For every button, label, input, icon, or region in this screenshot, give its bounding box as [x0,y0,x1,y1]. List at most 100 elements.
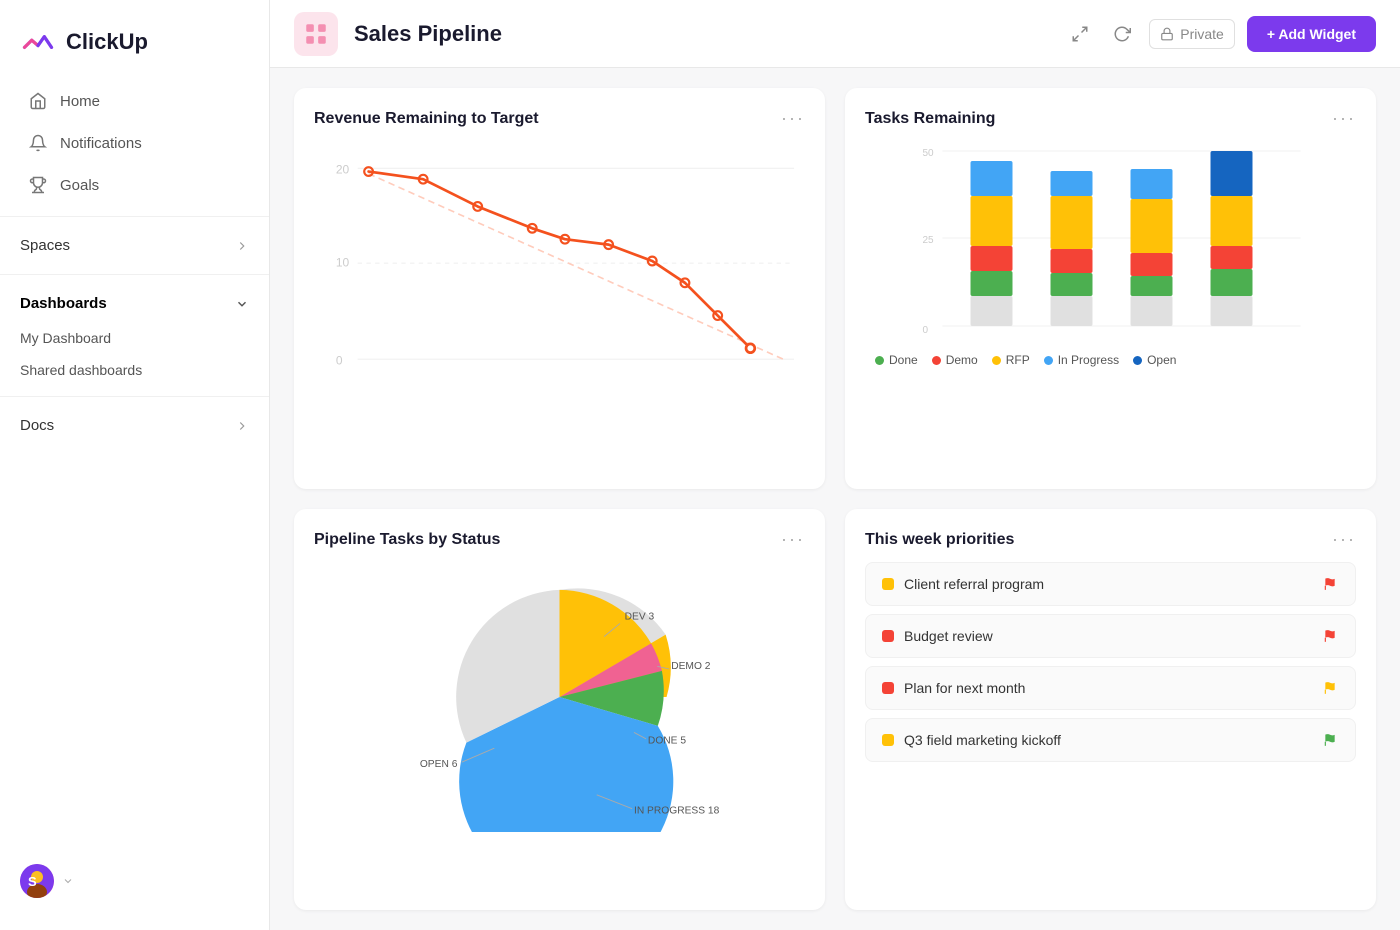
priority-item-3: Plan for next month [865,666,1356,710]
dashboards-label: Dashboards [20,295,107,312]
expand-button[interactable] [1065,19,1095,49]
priority-left-1: Client referral program [882,576,1044,592]
priority-left-3: Plan for next month [882,680,1025,696]
sidebar-item-goals[interactable]: Goals [8,165,261,205]
legend-rfp: RFP [992,353,1030,367]
spaces-label: Spaces [20,237,70,254]
priority-flag-1 [1321,575,1339,593]
legend-open-label: Open [1147,353,1176,367]
svg-text:S: S [28,874,37,889]
priority-dot-3 [882,682,894,694]
topbar-actions: Private + Add Widget [1065,16,1376,52]
private-badge: Private [1149,19,1235,49]
sidebar-item-my-dashboard[interactable]: My Dashboard [0,322,269,354]
priorities-card-title: This week priorities [865,531,1014,549]
bar-chart-svg: 50 25 0 [881,141,1340,341]
svg-text:DONE 5: DONE 5 [648,736,686,747]
refresh-icon [1113,25,1131,43]
sidebar-item-home[interactable]: Home [8,81,261,121]
priority-flag-2 [1321,627,1339,645]
legend-done: Done [875,353,918,367]
bar-legend: Done Demo RFP In Progress Open [865,353,1356,367]
priorities-more-button[interactable]: ··· [1332,529,1356,550]
revenue-chart: 20 10 0 [314,141,805,381]
grid-icon [303,21,329,47]
tasks-chart-area: 50 25 0 [865,141,1356,341]
flag-icon-4 [1323,733,1337,747]
chevron-down-icon [235,297,249,311]
tasks-card: Tasks Remaining ··· 50 25 0 [845,88,1376,489]
avatar-image: S [20,864,54,898]
dashboard-content: Revenue Remaining to Target ··· 20 10 0 [270,68,1400,930]
priorities-card-header: This week priorities ··· [865,529,1356,550]
pipeline-more-button[interactable]: ··· [781,529,805,550]
legend-in-progress-label: In Progress [1058,353,1119,367]
priority-text-3: Plan for next month [904,680,1025,696]
pie-chart-area: DEV 3 DEMO 2 DONE 5 IN PROGRESS 18 OPEN … [314,562,805,832]
add-widget-button[interactable]: + Add Widget [1247,16,1376,52]
priority-flag-4 [1321,731,1339,749]
logo-text: ClickUp [66,29,148,55]
legend-demo-label: Demo [946,353,978,367]
user-chevron-icon [62,875,74,887]
private-label: Private [1180,26,1224,42]
tasks-more-button[interactable]: ··· [1332,108,1356,129]
revenue-card-title: Revenue Remaining to Target [314,110,539,128]
clickup-logo-icon [20,24,56,60]
avatar: S [20,864,54,898]
svg-text:IN PROGRESS 18: IN PROGRESS 18 [634,805,720,816]
nav-divider-1 [0,216,269,217]
priority-flag-3 [1321,679,1339,697]
priority-left-2: Budget review [882,628,993,644]
sidebar-section-spaces[interactable]: Spaces [0,227,269,264]
svg-text:DEV 3: DEV 3 [625,612,655,623]
priority-item-4: Q3 field marketing kickoff [865,718,1356,762]
revenue-card-header: Revenue Remaining to Target ··· [314,108,805,129]
svg-text:0: 0 [336,354,343,368]
nav-divider-3 [0,396,269,397]
svg-text:25: 25 [923,235,935,246]
legend-rfp-label: RFP [1006,353,1030,367]
line-chart-svg: 20 10 0 [314,141,805,381]
trophy-icon [28,175,48,195]
nav-divider-2 [0,274,269,275]
revenue-more-button[interactable]: ··· [781,108,805,129]
tasks-card-title: Tasks Remaining [865,110,995,128]
priority-dot-1 [882,578,894,590]
sidebar-section-docs[interactable]: Docs [0,407,269,444]
page-title: Sales Pipeline [354,21,1049,47]
sidebar-item-notifications-label: Notifications [60,135,142,152]
expand-icon [1071,25,1089,43]
sidebar-item-shared-dashboards[interactable]: Shared dashboards [0,354,269,386]
sidebar-item-goals-label: Goals [60,177,99,194]
legend-in-progress: In Progress [1044,353,1119,367]
flag-icon-1 [1323,577,1337,591]
docs-label: Docs [20,417,54,434]
user-profile[interactable]: S [0,848,269,914]
svg-text:50: 50 [923,148,935,159]
priorities-card: This week priorities ··· Client referral… [845,509,1376,910]
bell-icon [28,133,48,153]
priority-text-4: Q3 field marketing kickoff [904,732,1061,748]
pie-chart-svg: DEV 3 DEMO 2 DONE 5 IN PROGRESS 18 OPEN … [314,562,805,832]
dashboard-icon [294,12,338,56]
pipeline-card-title: Pipeline Tasks by Status [314,531,500,549]
lock-icon [1160,27,1174,41]
priority-item-1: Client referral program [865,562,1356,606]
sidebar: ClickUp Home Notifications Goals Spaces … [0,0,270,930]
sidebar-section-dashboards[interactable]: Dashboards [0,285,269,322]
legend-done-label: Done [889,353,918,367]
revenue-card: Revenue Remaining to Target ··· 20 10 0 [294,88,825,489]
tasks-card-header: Tasks Remaining ··· [865,108,1356,129]
svg-text:OPEN 6: OPEN 6 [420,759,458,770]
priority-dot-2 [882,630,894,642]
refresh-button[interactable] [1107,19,1137,49]
sidebar-item-notifications[interactable]: Notifications [8,123,261,163]
priority-list: Client referral program Budget review [865,562,1356,762]
flag-icon-2 [1323,629,1337,643]
logo: ClickUp [0,16,269,80]
svg-text:DEMO 2: DEMO 2 [671,661,711,672]
svg-text:0: 0 [923,325,929,336]
priority-text-2: Budget review [904,628,993,644]
flag-icon-3 [1323,681,1337,695]
